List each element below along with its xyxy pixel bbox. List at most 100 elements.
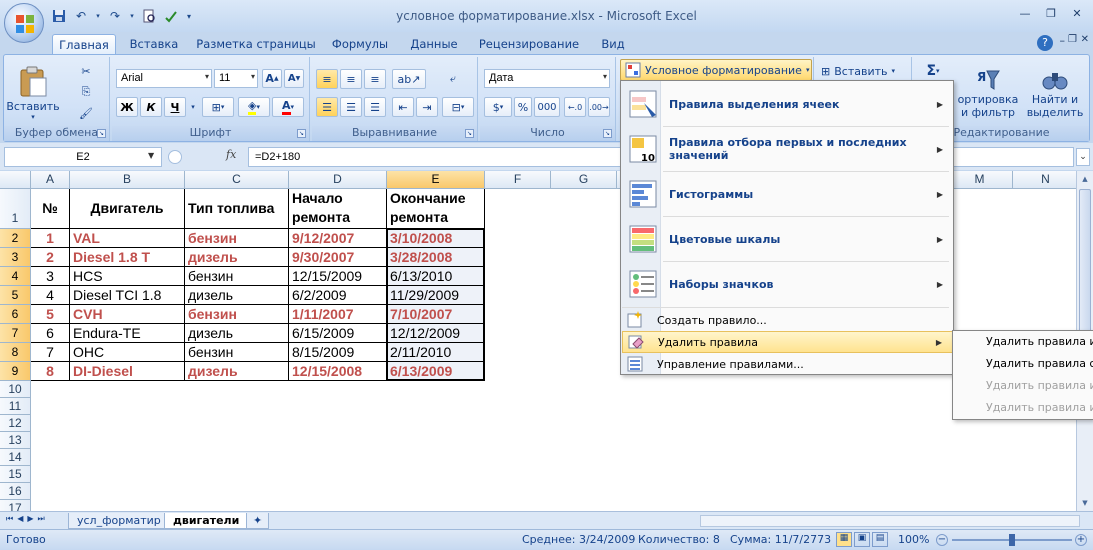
- insert-sheet-icon[interactable]: ✦: [246, 513, 270, 529]
- menu-item-delete-rules[interactable]: Удалить правила ▶: [622, 331, 953, 353]
- submenu-item-delete-sheet[interactable]: Удалить правила со: [986, 357, 1093, 370]
- cell-end-date[interactable]: 3/10/2008: [387, 229, 485, 248]
- number-dialog-launcher-icon[interactable]: ↘: [603, 129, 612, 138]
- ribbon-close-icon[interactable]: ✕: [1081, 34, 1089, 45]
- font-dialog-launcher-icon[interactable]: ↘: [297, 129, 306, 138]
- shrink-font-icon[interactable]: A ▼: [284, 69, 304, 88]
- number-format-combo[interactable]: Дата ▾: [484, 69, 610, 88]
- cell-fuel[interactable]: бензин: [185, 229, 289, 248]
- copy-icon[interactable]: ⎘: [76, 83, 96, 101]
- select-all-button[interactable]: [0, 171, 31, 189]
- cell-engine[interactable]: Diesel 1.8 T: [70, 248, 185, 267]
- find-select-button[interactable]: Найти и выделить: [1024, 61, 1086, 125]
- conditional-formatting-button[interactable]: Условное форматирование ▾: [620, 59, 812, 81]
- cell-start-date[interactable]: 9/30/2007: [289, 248, 387, 267]
- row-header-12[interactable]: 12: [0, 415, 31, 432]
- customize-qat-icon[interactable]: ▾: [184, 7, 194, 25]
- format-painter-icon[interactable]: 🖌: [76, 104, 96, 122]
- cell-number[interactable]: 6: [31, 324, 70, 343]
- cell-end-date[interactable]: 2/11/2010: [387, 343, 485, 362]
- row-header-4[interactable]: 4: [0, 267, 31, 286]
- ribbon-restore-icon[interactable]: ❐: [1068, 34, 1077, 45]
- zoom-slider-thumb[interactable]: [1009, 534, 1015, 546]
- tab-view[interactable]: Вид: [594, 34, 632, 54]
- menu-item-new-rule[interactable]: Создать правило...: [622, 309, 953, 331]
- cell-start-date[interactable]: 12/15/2008: [289, 362, 387, 381]
- row-header-1[interactable]: 1: [0, 189, 31, 229]
- scroll-up-icon[interactable]: ▲: [1078, 172, 1092, 186]
- sheet-nav-icon[interactable]: ⏮◀▶⏭: [6, 514, 49, 524]
- header-cell[interactable]: Двигатель: [70, 189, 185, 229]
- insert-function-button[interactable]: fx: [226, 148, 246, 166]
- align-bottom-icon[interactable]: ≡: [364, 69, 386, 89]
- help-icon[interactable]: ?: [1037, 35, 1053, 51]
- ribbon-minimize-icon[interactable]: –: [1060, 34, 1066, 47]
- grow-font-icon[interactable]: A ▲: [262, 69, 282, 88]
- orientation-button[interactable]: ab↗: [392, 69, 426, 89]
- fill-color-button[interactable]: ◈ ▾: [238, 97, 270, 117]
- row-header-17[interactable]: 17: [0, 500, 31, 511]
- align-middle-icon[interactable]: ≡: [340, 69, 362, 89]
- cell-engine[interactable]: OHC: [70, 343, 185, 362]
- cell-engine[interactable]: Diesel TCI 1.8: [70, 286, 185, 305]
- page-layout-view-icon[interactable]: ▣: [854, 532, 870, 547]
- cell-number[interactable]: 2: [31, 248, 70, 267]
- font-name-combo[interactable]: Arial ▾: [116, 69, 212, 88]
- menu-item-icon-sets[interactable]: Наборы значков ▶: [622, 263, 953, 305]
- insert-cells-button[interactable]: ⊞ Вставить ▾: [820, 61, 906, 81]
- cell-start-date[interactable]: 6/15/2009: [289, 324, 387, 343]
- name-box-dropdown-icon[interactable]: ▼: [148, 151, 154, 160]
- column-header-b[interactable]: B: [70, 171, 185, 189]
- zoom-level[interactable]: 100%: [898, 533, 929, 546]
- cell-fuel[interactable]: дизель: [185, 248, 289, 267]
- expand-formula-icon[interactable]: ⌄: [1076, 148, 1090, 166]
- header-cell[interactable]: №: [31, 189, 70, 229]
- increase-decimal-icon[interactable]: ←.0: [564, 97, 586, 117]
- formula-bar-splitter-icon[interactable]: [168, 150, 182, 164]
- sheet-tab-usl[interactable]: усл_форматир: [68, 513, 170, 529]
- cell-end-date[interactable]: 7/10/2007: [387, 305, 485, 324]
- header-cell[interactable]: Начало ремонта: [289, 189, 387, 229]
- decrease-indent-icon[interactable]: ⇤: [392, 97, 414, 117]
- column-header-g[interactable]: G: [551, 171, 617, 189]
- borders-button[interactable]: ⊞ ▾: [202, 97, 234, 117]
- column-header-n[interactable]: N: [1013, 171, 1076, 189]
- column-header-a[interactable]: A: [31, 171, 70, 189]
- align-top-icon[interactable]: ≡: [316, 69, 338, 89]
- align-center-icon[interactable]: ☰: [340, 97, 362, 117]
- cell-fuel[interactable]: дизель: [185, 286, 289, 305]
- menu-item-manage-rules[interactable]: Управление правилами...: [622, 353, 953, 375]
- cell-start-date[interactable]: 1/11/2007: [289, 305, 387, 324]
- tab-insert[interactable]: Вставка: [124, 34, 184, 54]
- page-break-view-icon[interactable]: ▤: [872, 532, 888, 547]
- menu-item-data-bars[interactable]: Гистограммы ▶: [622, 173, 953, 215]
- save-icon[interactable]: [50, 7, 68, 25]
- undo-icon[interactable]: ↶: [72, 7, 90, 25]
- row-header-7[interactable]: 7: [0, 324, 31, 343]
- zoom-in-icon[interactable]: +: [1075, 534, 1087, 546]
- cell-number[interactable]: 1: [31, 229, 70, 248]
- row-header-13[interactable]: 13: [0, 432, 31, 449]
- submenu-item-delete-selected[interactable]: Удалить правила из: [986, 335, 1093, 348]
- decrease-decimal-icon[interactable]: .00→: [588, 97, 610, 117]
- align-right-icon[interactable]: ☰: [364, 97, 386, 117]
- cell-end-date[interactable]: 12/12/2009: [387, 324, 485, 343]
- cell-start-date[interactable]: 6/2/2009: [289, 286, 387, 305]
- column-header-e[interactable]: E: [387, 171, 485, 189]
- cell-engine[interactable]: VAL: [70, 229, 185, 248]
- paste-button[interactable]: Вставить ▾: [6, 61, 60, 125]
- row-header-11[interactable]: 11: [0, 398, 31, 415]
- cell-fuel[interactable]: дизель: [185, 324, 289, 343]
- tab-home[interactable]: Главная: [52, 34, 116, 54]
- restore-icon[interactable]: ❐: [1039, 4, 1063, 22]
- row-header-5[interactable]: 5: [0, 286, 31, 305]
- cell-end-date[interactable]: 6/13/2009: [387, 362, 485, 381]
- percent-button[interactable]: %: [514, 97, 532, 117]
- name-box[interactable]: E2: [4, 147, 162, 167]
- cell-engine[interactable]: Endura-TE: [70, 324, 185, 343]
- sort-filter-button[interactable]: Я ортировка и фильтр: [958, 61, 1019, 125]
- header-cell[interactable]: Окончание ремонта: [387, 189, 485, 229]
- cut-icon[interactable]: ✂: [76, 62, 96, 80]
- cell-end-date[interactable]: 3/28/2008: [387, 248, 485, 267]
- autosum-icon[interactable]: Σ ▾: [918, 61, 948, 81]
